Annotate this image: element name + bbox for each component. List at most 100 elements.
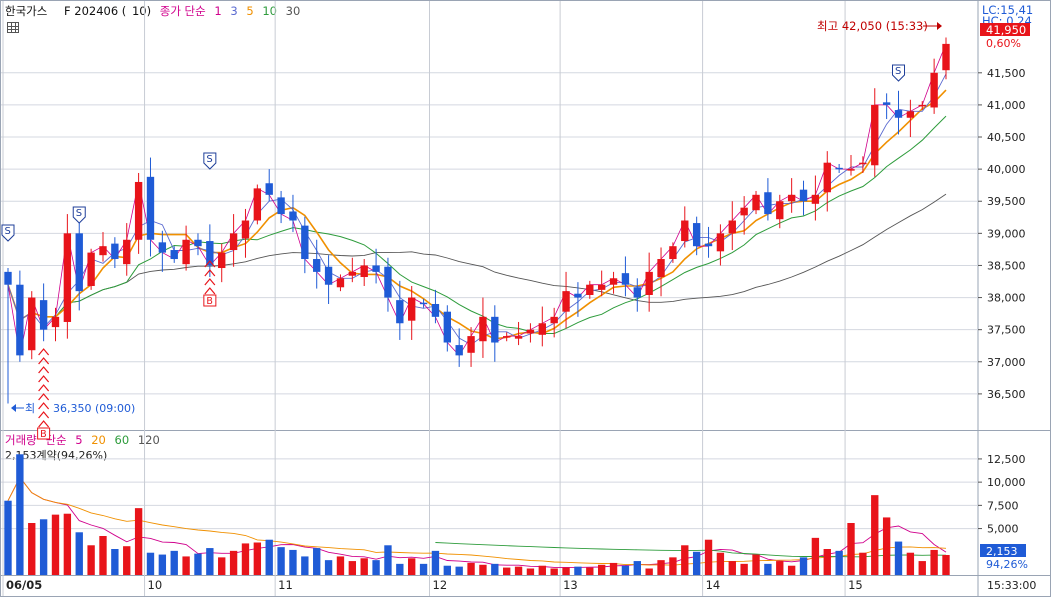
price-tick-label: 39,000 bbox=[987, 227, 1026, 240]
candle bbox=[277, 190, 285, 224]
candle-body bbox=[396, 300, 404, 324]
candle-body bbox=[657, 259, 665, 278]
candle-body bbox=[372, 265, 380, 272]
volume-bar bbox=[942, 555, 950, 575]
candle bbox=[99, 232, 107, 262]
volume-bar bbox=[75, 532, 83, 575]
candle bbox=[692, 216, 701, 256]
candle-body bbox=[562, 291, 570, 312]
volume-bar bbox=[657, 560, 665, 575]
candle-body bbox=[716, 233, 725, 252]
candle bbox=[28, 291, 36, 360]
volume-bar bbox=[562, 567, 570, 575]
buy-chevron bbox=[38, 375, 50, 383]
candle bbox=[63, 214, 72, 339]
candle bbox=[538, 306, 546, 347]
candle bbox=[51, 307, 60, 342]
vol-ma60-line bbox=[435, 542, 947, 558]
volume-bar bbox=[443, 565, 451, 575]
candle-body bbox=[823, 162, 831, 193]
volume-bar bbox=[408, 558, 416, 575]
candle-body bbox=[408, 297, 416, 321]
candle-body bbox=[194, 239, 202, 247]
candle bbox=[811, 175, 820, 221]
candle bbox=[265, 169, 273, 202]
candle bbox=[669, 242, 677, 263]
candle-body bbox=[538, 323, 546, 335]
candle-body bbox=[740, 207, 748, 216]
candle-body bbox=[134, 181, 143, 240]
volume-bar bbox=[372, 560, 380, 575]
time-label: 15:33:00 bbox=[987, 579, 1036, 592]
volume-bar bbox=[930, 549, 938, 575]
candle bbox=[253, 184, 262, 225]
candle bbox=[859, 156, 867, 173]
candle-body bbox=[16, 284, 24, 356]
candle-body bbox=[28, 297, 36, 351]
chart-canvas[interactable]: 36,500 37,000 37,500 38,000 38,500 39,000 39,5… bbox=[1, 1, 1050, 596]
candle-body bbox=[324, 266, 333, 285]
volume-bar bbox=[146, 552, 155, 575]
candle bbox=[194, 233, 202, 256]
price-tick-label: 36,500 bbox=[987, 388, 1026, 401]
signal-s-marker: S bbox=[892, 64, 906, 82]
candle bbox=[847, 154, 855, 176]
candle bbox=[123, 223, 131, 276]
volume-bar bbox=[99, 536, 107, 575]
volume-bar bbox=[28, 523, 36, 575]
candle-body bbox=[491, 316, 499, 343]
candle-body bbox=[99, 246, 107, 256]
volume-bar bbox=[692, 551, 701, 575]
candle bbox=[799, 180, 808, 216]
volume-bar bbox=[455, 566, 463, 575]
candle-body bbox=[111, 243, 119, 260]
candle-body bbox=[443, 311, 451, 343]
candle-body bbox=[681, 220, 689, 242]
candle-body bbox=[431, 303, 440, 317]
candle-body bbox=[123, 239, 131, 265]
signal-s-text: S bbox=[5, 226, 11, 237]
candle-body bbox=[39, 300, 48, 330]
volume-bar bbox=[633, 561, 641, 575]
date-label: 14 bbox=[706, 578, 721, 592]
volume-bar bbox=[894, 541, 903, 575]
volume-bar bbox=[847, 523, 855, 575]
candle bbox=[823, 151, 831, 212]
candle-body bbox=[313, 259, 321, 272]
candle bbox=[491, 305, 499, 362]
candle-body bbox=[704, 243, 713, 247]
candle-body bbox=[265, 183, 273, 195]
candle-body bbox=[336, 278, 345, 288]
candle bbox=[111, 237, 119, 269]
candle bbox=[170, 246, 178, 263]
price-tick-label: 40,000 bbox=[987, 163, 1026, 176]
volume-bar bbox=[194, 553, 202, 575]
volume-bar bbox=[265, 539, 273, 575]
candle-body bbox=[467, 336, 475, 353]
signal-s-text: S bbox=[895, 66, 901, 77]
candle-body bbox=[633, 287, 641, 298]
volume-bar bbox=[39, 519, 48, 575]
candle-body bbox=[871, 104, 879, 166]
signal-s-text: S bbox=[76, 208, 82, 219]
candle bbox=[39, 283, 48, 342]
candle-body bbox=[229, 233, 238, 251]
volume-bar bbox=[51, 514, 60, 575]
volume-bar bbox=[752, 554, 760, 575]
candle-body bbox=[906, 111, 915, 118]
candle-body bbox=[253, 188, 262, 221]
signal-s-text: S bbox=[206, 154, 212, 165]
price-tick-label: 41,500 bbox=[987, 67, 1026, 80]
volume-bar bbox=[384, 545, 392, 575]
volume-bar bbox=[360, 558, 368, 575]
candle bbox=[728, 201, 736, 251]
volume-bar bbox=[348, 561, 357, 575]
low-arrow-head bbox=[11, 404, 16, 412]
candle bbox=[289, 194, 297, 233]
candle bbox=[396, 280, 404, 340]
volume-bar bbox=[229, 550, 238, 575]
candle-body bbox=[301, 225, 309, 260]
candle-body bbox=[930, 72, 938, 108]
date-label: 06/05 bbox=[6, 578, 42, 592]
volume-bar bbox=[550, 568, 558, 575]
